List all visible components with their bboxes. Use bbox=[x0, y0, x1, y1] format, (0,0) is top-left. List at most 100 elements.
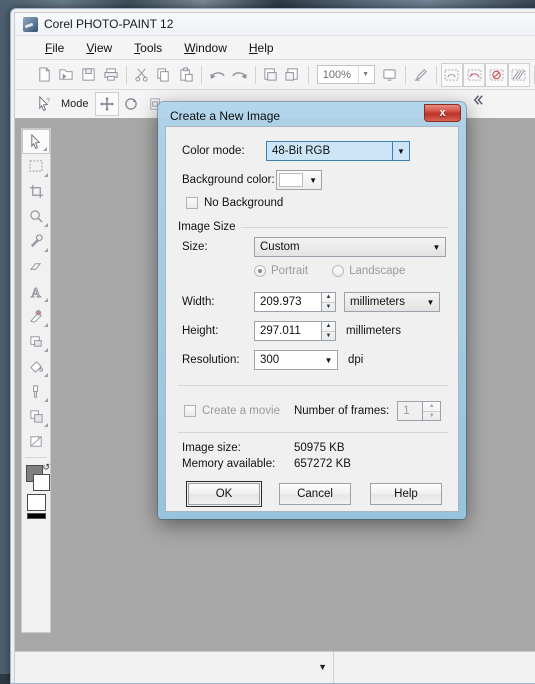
rotate-icon[interactable] bbox=[119, 92, 143, 116]
undo-icon[interactable] bbox=[206, 63, 228, 87]
statusbar-left-panel[interactable]: ▼ bbox=[15, 652, 333, 683]
memory-available-label: Memory available: bbox=[182, 458, 276, 470]
portrait-radio[interactable] bbox=[254, 265, 266, 277]
number-of-frames-input[interactable]: 1 bbox=[397, 401, 424, 421]
copy-icon[interactable] bbox=[153, 63, 175, 87]
new-icon[interactable] bbox=[33, 63, 55, 87]
size-combo[interactable]: Custom ▼ bbox=[254, 237, 446, 257]
swap-colors-icon[interactable]: ↺ bbox=[42, 462, 50, 473]
save-icon[interactable] bbox=[77, 63, 99, 87]
section-divider bbox=[178, 432, 448, 433]
height-units-label: millimeters bbox=[346, 325, 401, 337]
chevron-down-icon[interactable]: ▼ bbox=[318, 662, 327, 672]
pickcolor-icon[interactable] bbox=[410, 63, 432, 87]
toolbar-separator bbox=[125, 65, 127, 84]
mask-rectangle-tool-icon[interactable] bbox=[22, 154, 50, 179]
paper-color-swatch[interactable] bbox=[27, 494, 46, 511]
mask-transparency-icon[interactable] bbox=[507, 62, 531, 87]
background-color-swatch[interactable] bbox=[33, 474, 50, 491]
ok-button[interactable]: OK bbox=[186, 481, 262, 507]
dialog-titlebar: Create a New Image x bbox=[161, 104, 463, 127]
effect-tool-icon[interactable] bbox=[22, 429, 50, 454]
menu-item-tools[interactable]: Tools bbox=[126, 39, 176, 57]
image-size-info-value: 50975 KB bbox=[294, 442, 345, 454]
chevron-down-icon[interactable]: ▼ bbox=[357, 66, 373, 83]
text-tool-icon[interactable]: A bbox=[22, 279, 50, 304]
move-icon[interactable] bbox=[94, 91, 119, 116]
menu-item-file[interactable]: File bbox=[37, 39, 78, 57]
flyout-corner-icon bbox=[44, 323, 48, 327]
menu-item-window[interactable]: Window bbox=[176, 39, 241, 57]
height-label: Height: bbox=[182, 325, 219, 337]
flyout-corner-icon bbox=[44, 223, 48, 227]
clone-tool-icon[interactable] bbox=[22, 304, 50, 329]
landscape-radio[interactable] bbox=[332, 265, 345, 277]
toolbar-separator bbox=[404, 65, 406, 84]
chevron-down-icon[interactable]: ▼ bbox=[320, 351, 337, 369]
height-input[interactable]: 297.011 bbox=[254, 321, 322, 341]
color-mode-combo[interactable]: 48-Bit RGB ▼ bbox=[266, 141, 410, 161]
width-units-combo[interactable]: millimeters ▼ bbox=[344, 292, 440, 312]
crop-tool-icon[interactable] bbox=[22, 179, 50, 204]
statusbar: ▼ bbox=[15, 651, 535, 683]
chevron-down-icon[interactable]: ▼ bbox=[309, 176, 317, 185]
paint-tool-icon[interactable] bbox=[22, 379, 50, 404]
no-background-checkbox[interactable] bbox=[186, 197, 198, 209]
mask-remove-icon[interactable] bbox=[485, 62, 508, 87]
create-movie-label: Create a movie bbox=[202, 405, 280, 417]
mask-overlay-icon[interactable] bbox=[463, 62, 486, 87]
image-size-group-title: Image Size bbox=[178, 221, 241, 233]
svg-text:?: ? bbox=[46, 97, 50, 104]
collapse-panel-button[interactable] bbox=[467, 89, 489, 111]
resolution-units-label: dpi bbox=[348, 354, 364, 366]
zoom-level-value: 100% bbox=[322, 68, 351, 81]
help-button[interactable]: Help bbox=[370, 483, 442, 505]
import-icon[interactable] bbox=[259, 63, 281, 87]
shape-tool-icon[interactable] bbox=[22, 404, 50, 429]
color-mode-label: Color mode: bbox=[182, 145, 245, 157]
eyedropper-tool-icon[interactable] bbox=[22, 229, 50, 254]
background-color-label: Background color: bbox=[182, 174, 275, 186]
chevron-down-icon[interactable]: ▼ bbox=[422, 293, 439, 311]
toolbar-separator bbox=[435, 65, 437, 84]
resolution-combo[interactable]: 300 ▼ bbox=[254, 350, 338, 370]
width-input[interactable]: 209.973 bbox=[254, 292, 322, 312]
chevron-down-icon[interactable]: ▼ bbox=[428, 238, 445, 256]
mask-marquee-icon[interactable] bbox=[440, 62, 464, 87]
number-of-frames-value: 1 bbox=[403, 405, 410, 417]
width-stepper[interactable]: ▲ ▼ bbox=[322, 292, 336, 312]
pick-tool-icon[interactable] bbox=[22, 129, 50, 154]
landscape-label: Landscape bbox=[349, 265, 406, 277]
redo-icon[interactable] bbox=[228, 63, 250, 87]
toolbar-separator bbox=[254, 65, 256, 84]
print-icon[interactable] bbox=[100, 63, 122, 87]
menu-item-help[interactable]: Help bbox=[241, 39, 288, 57]
zoom-level-combo[interactable]: 100% ▼ bbox=[316, 65, 375, 84]
color-swatch bbox=[279, 173, 303, 187]
color-strip-swatch[interactable] bbox=[27, 513, 46, 519]
menubar: File View Tools Window Help bbox=[15, 35, 535, 59]
zoom-tool-icon[interactable] bbox=[22, 204, 50, 229]
create-new-image-dialog: Create a New Image x Color mode: 48-Bit … bbox=[158, 102, 466, 519]
no-background-label: No Background bbox=[204, 197, 284, 209]
height-stepper[interactable]: ▲ ▼ bbox=[322, 321, 336, 341]
pick-tool-icon[interactable]: ? bbox=[33, 92, 57, 116]
standard-toolbar: 100% ▼ bbox=[15, 59, 535, 89]
create-movie-checkbox[interactable] bbox=[184, 405, 196, 417]
open-icon[interactable] bbox=[55, 63, 77, 87]
menu-item-view[interactable]: View bbox=[78, 39, 126, 57]
cancel-button[interactable]: Cancel bbox=[279, 483, 351, 505]
flyout-corner-icon bbox=[44, 248, 48, 252]
cut-icon[interactable] bbox=[131, 63, 153, 87]
background-color-picker[interactable]: ▼ bbox=[276, 170, 322, 190]
close-icon[interactable]: x bbox=[424, 104, 461, 122]
chevron-down-icon[interactable]: ▼ bbox=[392, 142, 409, 160]
export-icon[interactable] bbox=[282, 63, 304, 87]
rectangle-tool-icon[interactable] bbox=[22, 329, 50, 354]
paste-icon[interactable] bbox=[175, 63, 197, 87]
window-title: Corel PHOTO-PAINT 12 bbox=[44, 17, 174, 31]
frames-stepper[interactable]: ▲ ▼ bbox=[423, 401, 442, 421]
eraser-tool-icon[interactable] bbox=[22, 254, 50, 279]
fill-tool-icon[interactable] bbox=[22, 354, 50, 379]
fullscreen-icon[interactable] bbox=[379, 63, 401, 87]
